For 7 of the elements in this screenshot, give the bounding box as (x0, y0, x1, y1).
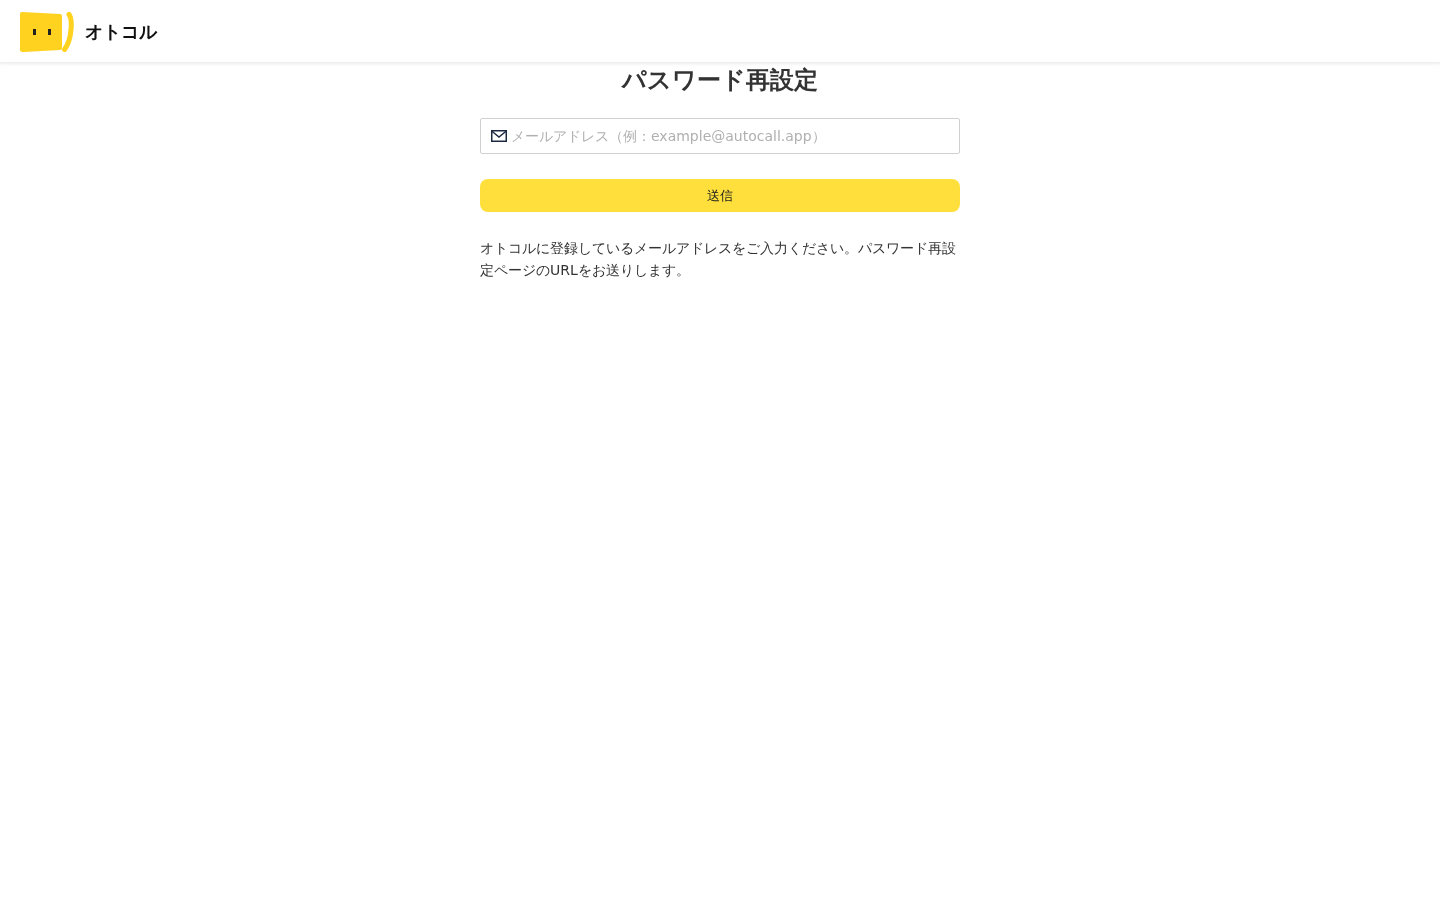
page-title: パスワード再設定 (620, 65, 819, 96)
instruction-text: オトコルに登録しているメールアドレスをご入力ください。パスワード再設定ページのURLをお送りします。 (480, 239, 957, 280)
email-input-field[interactable]: メールアドレス（例：example@autocall.app） (480, 118, 960, 154)
envelope-icon (491, 130, 507, 142)
face-logo-icon[interactable] (20, 12, 74, 52)
submit-button[interactable]: 送信 (480, 179, 960, 212)
brand-wordmark[interactable]: オトコル (85, 20, 157, 44)
